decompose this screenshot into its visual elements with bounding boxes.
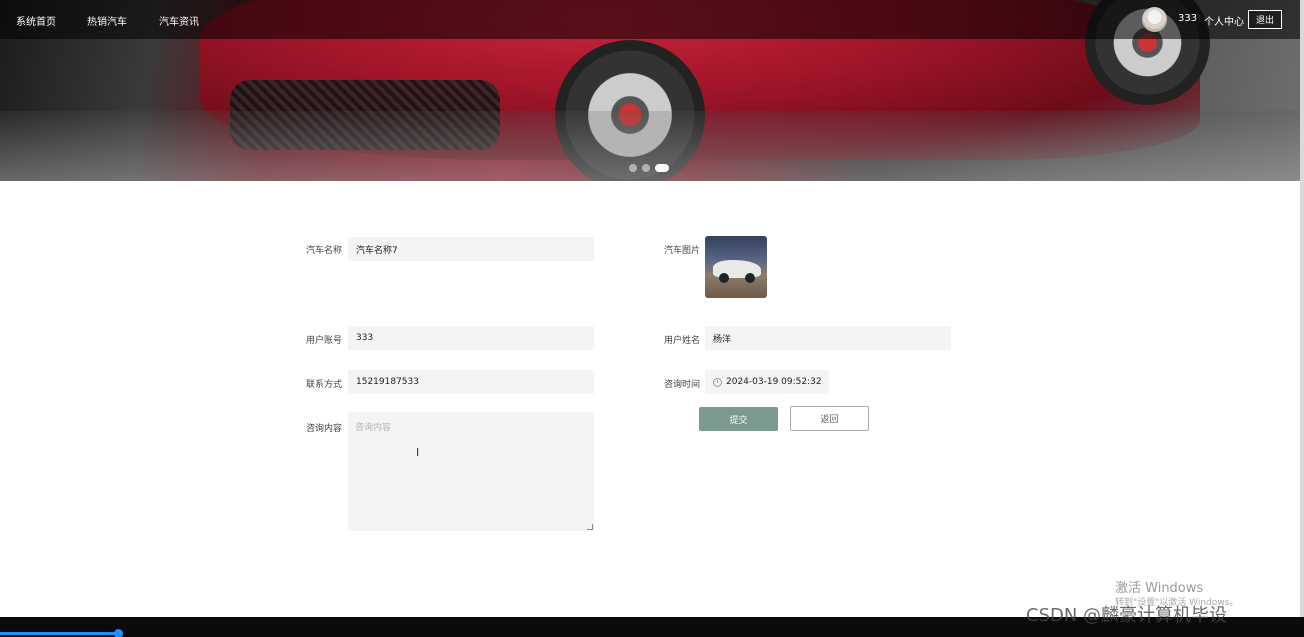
contact-field[interactable]: 15219187533 <box>348 370 594 394</box>
clock-icon <box>713 377 722 387</box>
windows-activation-title: 激活 Windows <box>1115 581 1204 596</box>
avatar[interactable] <box>1142 7 1167 32</box>
thumbnail-wheel <box>745 273 755 283</box>
page: 系统首页 热销汽车 汽车资讯 333 个人中心 退出 汽车名称 汽车名称7 汽车… <box>0 0 1304 637</box>
nav-item-home[interactable]: 系统首页 <box>16 13 56 28</box>
car-image-label: 汽车图片 <box>664 246 701 256</box>
contact-label: 联系方式 <box>306 380 343 390</box>
logout-button[interactable]: 退出 <box>1248 10 1282 29</box>
carousel-dot-3[interactable] <box>655 164 669 172</box>
username: 333 <box>1178 13 1198 24</box>
scrollbar-track[interactable] <box>1300 0 1304 617</box>
consult-content-label: 咨询内容 <box>306 424 343 434</box>
car-name-field[interactable]: 汽车名称7 <box>348 237 594 261</box>
user-account-field[interactable]: 333 <box>348 326 594 350</box>
csdn-watermark: CSDN @麟豪计算机毕设 <box>1026 605 1228 626</box>
consult-content-textarea[interactable]: 咨询内容 <box>348 412 594 531</box>
progress-fill <box>0 632 118 635</box>
carousel-dot-2[interactable] <box>642 164 650 172</box>
carousel-dots <box>629 164 669 172</box>
nav-item-car-news[interactable]: 汽车资讯 <box>159 13 199 28</box>
consult-time-field[interactable]: 2024-03-19 09:52:32 <box>705 370 829 394</box>
car-name-label: 汽车名称 <box>306 246 343 256</box>
back-button[interactable]: 返回 <box>790 406 869 431</box>
progress-handle[interactable] <box>114 629 123 637</box>
profile-link[interactable]: 个人中心 <box>1204 13 1244 28</box>
resize-grip-icon[interactable] <box>587 524 593 530</box>
car-image-thumbnail[interactable] <box>705 236 767 298</box>
consult-time-label: 咨询时间 <box>664 380 701 390</box>
user-account-label: 用户账号 <box>306 336 343 346</box>
thumbnail-wheel <box>719 273 729 283</box>
text-cursor-icon: I <box>416 446 420 459</box>
nav-item-hot-cars[interactable]: 热销汽车 <box>87 13 127 28</box>
submit-button[interactable]: 提交 <box>699 407 778 431</box>
consult-content-placeholder: 咨询内容 <box>355 423 392 433</box>
top-nav: 系统首页 热销汽车 汽车资讯 333 个人中心 退出 <box>0 0 1300 39</box>
user-name-label: 用户姓名 <box>664 336 701 346</box>
consult-time-value: 2024-03-19 09:52:32 <box>726 377 822 387</box>
carousel-dot-1[interactable] <box>629 164 637 172</box>
user-name-field[interactable]: 杨洋 <box>705 326 951 350</box>
